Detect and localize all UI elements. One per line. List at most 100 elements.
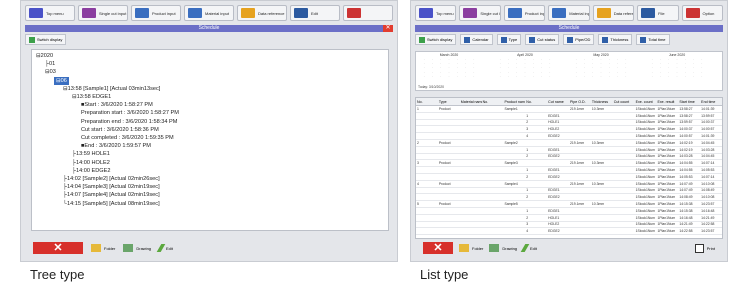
column-header[interactable]: Start time — [678, 100, 700, 104]
day-cell[interactable]: · — [597, 74, 605, 78]
toolbar-button-3[interactable]: Material input — [548, 5, 590, 21]
toolbar-button-1[interactable]: Single cut input — [78, 5, 128, 21]
toolbar-button-2[interactable]: Product input — [131, 5, 181, 21]
day-cell[interactable]: · — [613, 74, 621, 78]
switch-display-button[interactable]: Switch display — [25, 34, 67, 45]
filter-button-6[interactable]: Total time — [636, 34, 670, 45]
cancel-button[interactable]: ✕ — [33, 242, 83, 254]
tree-node[interactable]: Cut completed : 3/6/2020 1:59:35 PM — [81, 134, 174, 142]
day-cell[interactable]: · — [521, 74, 529, 78]
column-header[interactable]: Material name — [460, 100, 482, 104]
day-cell[interactable]: · — [698, 74, 706, 78]
day-grid[interactable]: · · · · · · · · · · · · · · · · · · · · · · · · · · · · · · · · · · · — [420, 57, 478, 78]
day-cell[interactable]: · — [504, 74, 512, 78]
day-grid[interactable]: · · · · · · · · · · · · · · · · · · · · · · · · · · · · · · · · · · · — [648, 57, 706, 78]
table-row[interactable]: 4 Product Sample4 219.1mm 10.3mm 1Stock1Num 1P… — [416, 181, 722, 188]
table-row[interactable]: 3 HOLE2 1Stock1Num 1Plan1Num 14:21:49 14:22:5… — [416, 222, 722, 229]
table-row[interactable]: 3 Product Sample3 219.1mm 10.3mm 1Stock1Num 1P… — [416, 160, 722, 168]
day-cell[interactable]: · — [605, 74, 613, 78]
day-cell[interactable]: · — [546, 74, 554, 78]
table-row[interactable]: 2 EDGE2 1Stock1Num 1Plan1Num 14:03:28 14:04:4… — [416, 154, 722, 161]
day-cell[interactable]: · — [496, 74, 504, 78]
day-cell[interactable]: · — [470, 74, 478, 78]
column-header[interactable]: Product name — [503, 100, 525, 104]
day-cell[interactable]: · — [681, 74, 689, 78]
day-grid[interactable]: · · · · · · · · · · · · · · · · · · · · · · · · · · · · · · · · · · · — [496, 57, 554, 78]
day-grid[interactable]: · · · · · · · · · · · · · · · · · · · · · · · · · · · · · · · · · · · — [572, 57, 630, 78]
tree-node[interactable]: Preparation start : 3/6/2020 1:58:27 PM — [81, 109, 179, 117]
column-header[interactable]: Exe. result — [656, 100, 678, 104]
day-cell[interactable]: · — [665, 74, 673, 78]
toolbar-button-4[interactable]: Data reference — [237, 5, 287, 21]
tree-node[interactable]: ├14:02 [Sample2] [Actual 02min26sec] — [63, 175, 160, 183]
day-cell[interactable]: · — [648, 74, 656, 78]
column-header[interactable]: Cut name — [547, 100, 569, 104]
schedule-tree[interactable]: ⊟2020 ├01 ⊟03 ⊟06 ⊟13:58 [Sample1] [Actual 0… — [31, 49, 389, 231]
filter-button-4[interactable]: Pipe/OD — [563, 34, 595, 45]
table-row[interactable]: 5 Product Sample5 219.1mm 10.3mm 1Stock1Num 1P… — [416, 201, 722, 208]
table-row[interactable]: 2 EDGE2 1Stock1Num 1Plan1Num 14:08:49 14:10:0… — [416, 194, 722, 202]
toolbar-button-3[interactable]: Material input — [184, 5, 234, 21]
tree-node[interactable]: ├14:00 HOLE2 — [72, 159, 110, 167]
column-header[interactable]: Pipe O.D. — [569, 100, 591, 104]
edit-button[interactable]: Edit — [156, 244, 173, 252]
schedule-table[interactable]: No. Type Material name No. Product name No. Cu… — [415, 97, 723, 239]
table-row[interactable]: 1 EDGE1 1Stock1Num 1Plan1Num 14:02:19 14:03:2… — [416, 147, 722, 154]
toolbar-button-0[interactable]: Top menu — [25, 5, 75, 21]
table-row[interactable]: 2 EDGE2 1Stock1Num 1Plan1Num 14:05:53 14:07:1… — [416, 174, 722, 181]
tree-node[interactable]: Cut start : 3/6/2020 1:58:36 PM — [81, 126, 159, 134]
day-cell[interactable]: · — [580, 74, 588, 78]
folder-button[interactable]: Folder — [91, 244, 115, 252]
tree-node[interactable]: ■Start : 3/6/2020 1:58:27 PM — [81, 101, 153, 109]
table-row[interactable]: 1 EDGE1 1Stock1Num 1Plan1Num 14:07:49 14:08:4… — [416, 188, 722, 195]
column-header[interactable]: No. — [525, 100, 547, 104]
table-row[interactable]: 4 EDGE2 1Stock1Num 1Plan1Num 14:00:57 14:01:3… — [416, 133, 722, 140]
column-header[interactable]: No. — [416, 100, 438, 104]
column-header[interactable]: Cut count — [613, 100, 635, 104]
day-cell[interactable]: · — [673, 74, 681, 78]
toolbar-button-6[interactable]: Option — [681, 5, 723, 21]
tree-node[interactable]: ├14:00 EDGE2 — [72, 167, 110, 175]
table-row[interactable]: 2 HOLE1 1Stock1Num 1Plan1Num 13:59:57 14:00:3… — [416, 120, 722, 127]
table-row[interactable]: 3 HOLE2 1Stock1Num 1Plan1Num 14:00:37 14:00:5… — [416, 126, 722, 134]
tree-node[interactable]: └14:15 [Sample5] [Actual 08min19sec] — [63, 200, 160, 208]
drawing-button[interactable]: Drawing — [123, 244, 151, 252]
day-cell[interactable]: · — [420, 74, 428, 78]
toolbar-button-1[interactable]: Single cut input — [459, 5, 501, 21]
day-cell[interactable]: · — [513, 74, 521, 78]
tree-node[interactable]: ⊟06 — [54, 76, 69, 85]
column-header[interactable]: No. — [482, 100, 504, 104]
drawing-button[interactable]: Drawing — [489, 244, 517, 252]
tree-node[interactable]: ⊟03 — [45, 68, 56, 76]
column-header[interactable]: Thickness — [591, 100, 613, 104]
table-row[interactable]: 2 Product Sample2 219.1mm 10.3mm 1Stock1Num 1P… — [416, 140, 722, 147]
day-cell[interactable]: · — [572, 74, 580, 78]
table-row[interactable]: 1 EDGE1 1Stock1Num 1Plan1Num 13:58:27 13:59:5… — [416, 113, 722, 120]
day-cell[interactable]: · — [589, 74, 597, 78]
day-cell[interactable]: · — [437, 74, 445, 78]
toolbar-button-5[interactable]: Edit — [290, 5, 340, 21]
day-cell[interactable]: · — [428, 74, 436, 78]
toolbar-button-0[interactable]: Top menu — [415, 5, 457, 21]
folder-button[interactable]: Folder — [459, 244, 483, 252]
toolbar-button-5[interactable]: File — [637, 5, 679, 21]
column-header[interactable]: Exe. count — [635, 100, 657, 104]
tree-node[interactable]: ⊟13:58 [Sample1] [Actual 03min13sec] — [63, 85, 160, 93]
day-cell[interactable]: · — [689, 74, 697, 78]
tree-node[interactable]: ├01 — [45, 60, 55, 68]
toolbar-button-2[interactable]: Product input — [503, 5, 546, 21]
filter-button-1[interactable]: Calendar — [460, 34, 493, 45]
table-row[interactable]: 1 EDGE1 1Stock1Num 1Plan1Num 14:04:55 14:05:5… — [416, 167, 722, 174]
day-cell[interactable]: · — [453, 74, 461, 78]
column-header[interactable]: End time — [700, 100, 722, 104]
calendar[interactable]: Today: 3/10/2020 March 2020 · · · · · · · · · · · · ·… — [415, 51, 723, 91]
filter-button-0[interactable]: Switch display — [415, 34, 457, 45]
tree-node[interactable]: ⊟13:58 EDGE1 — [72, 93, 111, 101]
filter-button-3[interactable]: Cut status — [525, 34, 560, 45]
print-button[interactable]: Print — [694, 243, 715, 253]
filter-button-5[interactable]: Thickness — [598, 34, 633, 45]
tree-node[interactable]: ├14:04 [Sample3] [Actual 02min19sec] — [63, 183, 160, 191]
table-row[interactable]: 2 HOLE1 1Stock1Num 1Plan1Num 14:16:48 14:21:4… — [416, 215, 722, 222]
toolbar-button-6[interactable] — [343, 5, 393, 21]
cancel-button[interactable]: ✕ — [423, 242, 453, 254]
